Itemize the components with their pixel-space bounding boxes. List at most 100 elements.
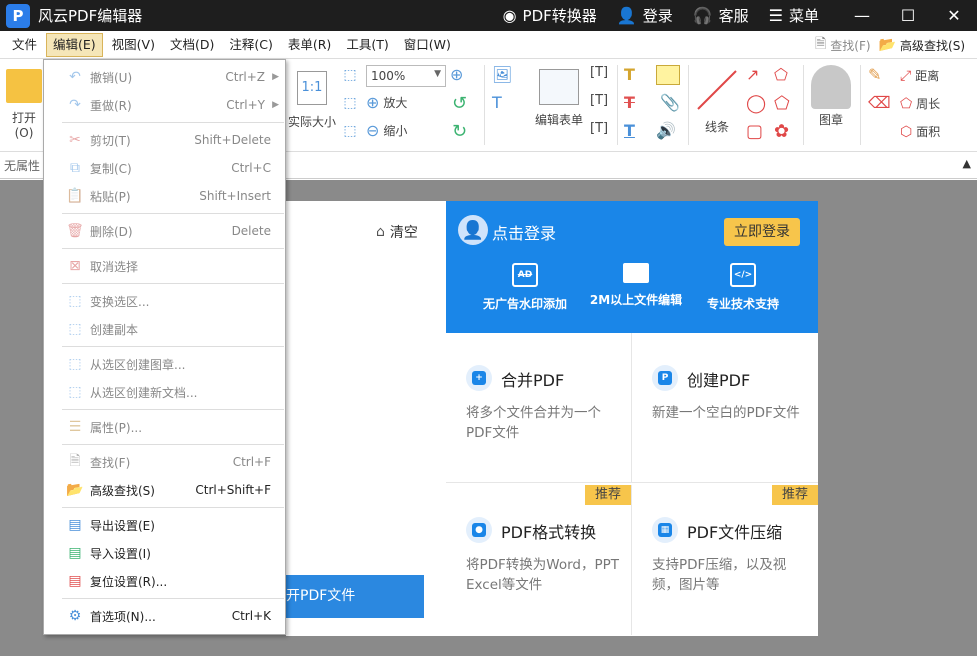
text-field-icon[interactable]: [T] (590, 65, 608, 80)
tile-merge-pdf[interactable]: + 合并PDF 将多个文件合并为一个PDF文件 (446, 333, 632, 483)
menu-file[interactable]: 文件 (6, 33, 43, 57)
text-list-icon[interactable]: [T] (590, 121, 608, 136)
advanced-find-icon: 📂 (66, 482, 84, 498)
menu-button[interactable]: ☰ 菜单 (769, 5, 819, 26)
pdf-converter-button[interactable]: ◉ PDF转换器 (503, 5, 597, 26)
customer-service-button[interactable]: 🎧 客服 (693, 5, 749, 26)
menu-redo[interactable]: ↷ 重做(R) Ctrl+Y ▶ (44, 92, 285, 118)
menu-cut[interactable]: ✂ 剪切(T) Shift+Delete (44, 127, 285, 153)
menu-undo[interactable]: ↶ 撤销(U) Ctrl+Z ▶ (44, 64, 285, 90)
cloud-icon[interactable]: ✿ (774, 121, 789, 142)
menu-preferences[interactable]: ⚙ 首选项(N)... Ctrl+K (44, 603, 285, 629)
menu-window[interactable]: 窗口(W) (398, 33, 457, 57)
tile-pdf-compress[interactable]: 推荐 ▦ PDF文件压缩 支持PDF压缩，以及视频，图片等 (632, 485, 818, 635)
menu-advanced-find[interactable]: 📂 高级查找(S) Ctrl+Shift+F (44, 477, 285, 503)
open-pdf-button[interactable]: 打开PDF文件 (286, 575, 424, 618)
minimize-button[interactable]: — (839, 0, 885, 31)
menu-tools[interactable]: 工具(T) (340, 33, 394, 57)
text-box-icon[interactable]: [T] (590, 93, 608, 108)
rotate-left-icon[interactable]: ↺ (452, 93, 467, 114)
strikeout-text-icon[interactable]: T (624, 93, 635, 112)
edit-form-button[interactable]: 编辑表单 (532, 69, 586, 128)
tile-title: 创建PDF (687, 371, 751, 390)
transform-icon: ⬚ (68, 293, 82, 309)
stamp-button[interactable]: 图章 (808, 65, 854, 128)
zoom-select[interactable]: 100% ▼ (366, 65, 446, 87)
lines-button[interactable]: 线条 (694, 67, 740, 135)
area-button[interactable]: ⬡ 面积 (900, 123, 940, 140)
menu-export-settings[interactable]: ▤ 导出设置(E) (44, 512, 285, 538)
sound-icon[interactable]: 🔊 (656, 121, 676, 140)
clear-button[interactable]: ⌂ 清空 (376, 222, 418, 242)
close-button[interactable]: ✕ (931, 0, 977, 31)
zoom-value: 100% (371, 69, 406, 83)
submenu-arrow-icon: ▶ (272, 72, 279, 82)
polyline-icon[interactable]: ⬠ (774, 65, 788, 84)
menu-icon: ☰ (768, 6, 783, 25)
menu-comment[interactable]: 注释(C) (223, 33, 278, 57)
fit-width-icon[interactable]: ⬚ (340, 95, 360, 111)
highlight-text-icon[interactable]: T (624, 65, 635, 84)
menu-create-document[interactable]: ⬚ 从选区创建新文档... (44, 379, 285, 405)
note-icon[interactable] (656, 65, 680, 85)
arrow-icon[interactable]: ↗ (746, 65, 759, 84)
click-login-link[interactable]: 点击登录 (492, 220, 556, 244)
menu-form[interactable]: 表单(R) (282, 33, 337, 57)
menu-reset-settings[interactable]: ▤ 复位设置(R)... (44, 568, 285, 594)
binoculars-icon: 📂 (878, 37, 897, 53)
underline-text-icon[interactable]: T (624, 121, 635, 140)
distance-button[interactable]: ⤢ 距离 (900, 67, 939, 84)
menu-create-copy[interactable]: ⬚ 创建副本 (44, 316, 285, 342)
maximize-button[interactable]: ☐ (885, 0, 931, 31)
rotate-right-icon[interactable]: ↻ (452, 121, 467, 142)
area-label: 面积 (916, 125, 941, 139)
perimeter-button[interactable]: ⬠ 周长 (900, 95, 940, 112)
menu-import-settings[interactable]: ▤ 导入设置(I) (44, 540, 285, 566)
add-text-icon[interactable]: T (492, 93, 502, 112)
menu-create-stamp[interactable]: ⬚ 从选区创建图章... (44, 351, 285, 377)
tile-pdf-convert[interactable]: 推荐 ● PDF格式转换 将PDF转换为Word，PPT Excel等文件 (446, 485, 632, 635)
pencil-icon[interactable]: ✎ (868, 65, 881, 84)
open-button[interactable]: 打开(O) (4, 65, 44, 140)
fit-page-icon[interactable]: ⬚ (340, 67, 360, 83)
zoom-in-icon: ⊕ (366, 93, 380, 112)
menu-transform-selection[interactable]: ⬚ 变换选区... (44, 288, 285, 314)
menu-view[interactable]: 视图(V) (106, 33, 161, 57)
paste-icon: 📋 (66, 188, 84, 204)
recommend-badge: 推荐 (585, 485, 631, 505)
ellipse-icon[interactable]: ◯ (746, 93, 766, 114)
advanced-find-label: 高级查找(S) (900, 38, 965, 53)
advanced-find-button[interactable]: 📂 高级查找(S) (879, 37, 965, 54)
menu-document[interactable]: 文档(D) (164, 33, 220, 57)
polygon-icon[interactable]: ⬠ (774, 93, 790, 114)
menu-delete[interactable]: 🗑 删除(D) Delete (44, 218, 285, 244)
zoom-in-button[interactable]: ⊕ 放大 (366, 93, 407, 112)
menu-find[interactable]: 🗎 查找(F) Ctrl+F (44, 449, 285, 475)
collapse-icon[interactable]: ▲ (963, 157, 971, 170)
eraser-icon[interactable]: ⌫ (868, 93, 891, 112)
tile-create-pdf[interactable]: P 创建PDF 新建一个空白的PDF文件 (632, 333, 818, 483)
insert-image-icon[interactable]: 🖼 (492, 65, 512, 84)
menu-paste[interactable]: 📋 粘贴(P) Shift+Insert (44, 183, 285, 209)
actual-size-button[interactable]: 1:1 实际大小 (286, 71, 338, 130)
menu-deselect[interactable]: ⊠ 取消选择 (44, 253, 285, 279)
find-button[interactable]: 🗎 查找(F) (815, 33, 871, 57)
menu-edit[interactable]: 编辑(E) (46, 32, 103, 57)
menu-copy[interactable]: ⧉ 复制(C) Ctrl+C (44, 155, 285, 181)
tile-title: PDF格式转换 (501, 523, 597, 542)
properties-label: 无属性 (4, 159, 41, 173)
zoom-search-icon[interactable]: ⊕ (450, 65, 463, 84)
duplicate-icon: ⬚ (68, 321, 82, 337)
rectangle-icon[interactable]: ▢ (746, 121, 763, 142)
login-button[interactable]: 👤 登录 (617, 5, 673, 26)
create-pdf-icon: P (652, 365, 678, 391)
find-label: 查找(F) (830, 38, 871, 53)
zoom-out-button[interactable]: ⊖ 缩小 (366, 121, 407, 140)
menu-properties[interactable]: ☰ 属性(P)... (44, 414, 285, 440)
fit-visible-icon[interactable]: ⬚ (340, 123, 360, 139)
attachment-icon[interactable]: 📎 (660, 93, 680, 112)
login-now-button[interactable]: 立即登录 (724, 218, 800, 246)
merge-icon: + (466, 365, 492, 391)
open-label: 打开(O) (11, 111, 36, 140)
submenu-arrow-icon: ▶ (272, 100, 279, 110)
